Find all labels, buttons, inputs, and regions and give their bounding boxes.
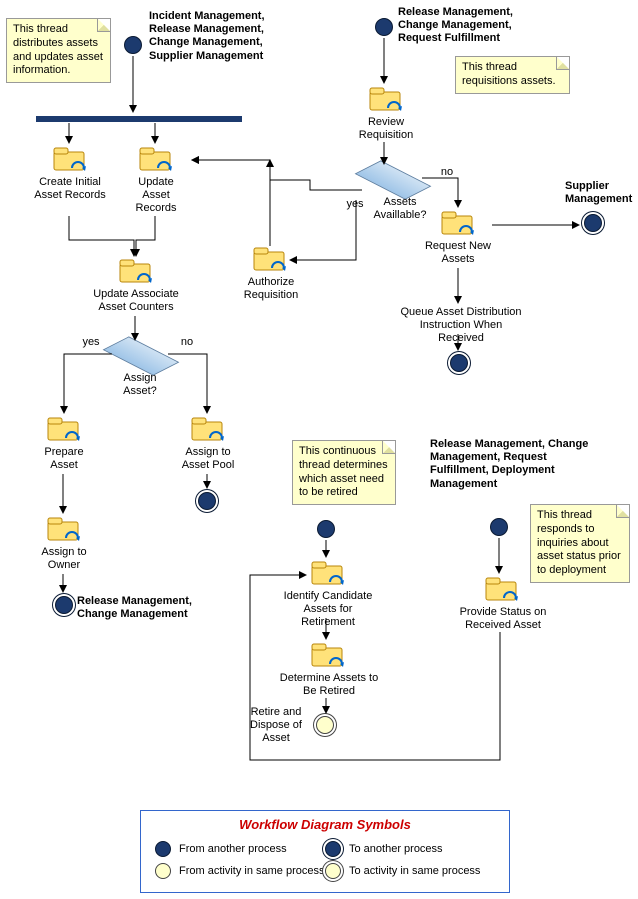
decision-assign-asset <box>103 336 180 375</box>
task-authorize-req-icon <box>252 246 286 270</box>
task-review-req: Review Requisition <box>352 116 420 142</box>
task-prepare-asset: Prepare Asset <box>34 446 94 472</box>
task-create-initial-icon <box>52 146 86 170</box>
light-circle-icon <box>155 863 171 879</box>
task-prepare-asset-icon <box>46 416 80 440</box>
end-pool <box>198 492 216 510</box>
workflow-diagram: This thread distributes assets and updat… <box>0 0 638 899</box>
avail-yes: yes <box>340 198 370 211</box>
task-review-req-icon <box>368 86 402 110</box>
legend-from-act: From activity in same process <box>155 863 325 879</box>
legend-from-proc: From another process <box>155 841 325 857</box>
light-ringed-circle-icon <box>325 863 341 879</box>
task-identify-cand: Identify Candidate Assets for Retirement <box>276 590 380 630</box>
note-distributes: This thread distributes assets and updat… <box>6 18 111 83</box>
note-retired: This continuous thread determines which … <box>292 440 396 505</box>
task-update-counters-icon <box>118 258 152 282</box>
ringed-circle-icon <box>325 841 341 857</box>
title-right: Release Management, Change Management, R… <box>398 6 538 46</box>
task-create-initial: Create Initial Asset Records <box>32 176 108 202</box>
start-right <box>375 18 393 36</box>
end-owner <box>55 596 73 614</box>
task-assign-pool: Assign to Asset Pool <box>174 446 242 472</box>
task-update-records: Update Asset Records <box>124 176 188 216</box>
task-identify-cand-icon <box>310 560 344 584</box>
dark-circle-icon <box>155 841 171 857</box>
task-provide-status: Provide Status on Received Asset <box>456 606 550 632</box>
start-retire <box>317 520 335 538</box>
task-determine-ret-icon <box>310 642 344 666</box>
assign-no: no <box>172 336 202 349</box>
end-retire <box>316 716 334 734</box>
legend-title: Workflow Diagram Symbols <box>155 817 495 832</box>
task-request-new-icon <box>440 210 474 234</box>
assign-yes: yes <box>76 336 106 349</box>
end-supplier <box>584 214 602 232</box>
task-assign-pool-icon <box>190 416 224 440</box>
decision-assets-avail-label: Assets Availlable? <box>368 196 432 222</box>
task-assign-owner: Assign to Owner <box>36 546 92 572</box>
task-authorize-req: Authorize Requisition <box>236 276 306 302</box>
start-status <box>490 518 508 536</box>
task-request-new: Request New Assets <box>420 240 496 266</box>
decision-assets-avail <box>355 160 432 199</box>
title-deployment: Release Management, Change Management, R… <box>430 438 590 491</box>
legend-to-proc: To another process <box>325 841 495 857</box>
avail-no: no <box>432 166 462 179</box>
fork-bar <box>36 116 242 122</box>
note-status: This thread responds to inquiries about … <box>530 504 630 583</box>
task-retire-dispose: Retire and Dispose of Asset <box>244 706 308 746</box>
title-supplier: Supplier Management <box>565 180 638 206</box>
task-determine-ret: Determine Assets to Be Retired <box>276 672 382 698</box>
legend-to-act: To activity in same process <box>325 863 495 879</box>
task-update-counters: Update Associate Asset Counters <box>86 288 186 314</box>
task-queue-dist: Queue Asset Distribution Instruction Whe… <box>398 306 524 346</box>
decision-assign-asset-label: Assign Asset? <box>114 372 166 398</box>
task-assign-owner-icon <box>46 516 80 540</box>
legend-box: Workflow Diagram Symbols From another pr… <box>140 810 510 893</box>
title-left: Incident Management, Release Management,… <box>149 10 289 63</box>
end-queue <box>450 354 468 372</box>
task-provide-status-icon <box>484 576 518 600</box>
note-requisitions: This thread requisitions assets. <box>455 56 570 94</box>
start-left <box>124 36 142 54</box>
task-update-records-icon <box>138 146 172 170</box>
title-release-change: Release Management, Change Management <box>77 595 217 621</box>
